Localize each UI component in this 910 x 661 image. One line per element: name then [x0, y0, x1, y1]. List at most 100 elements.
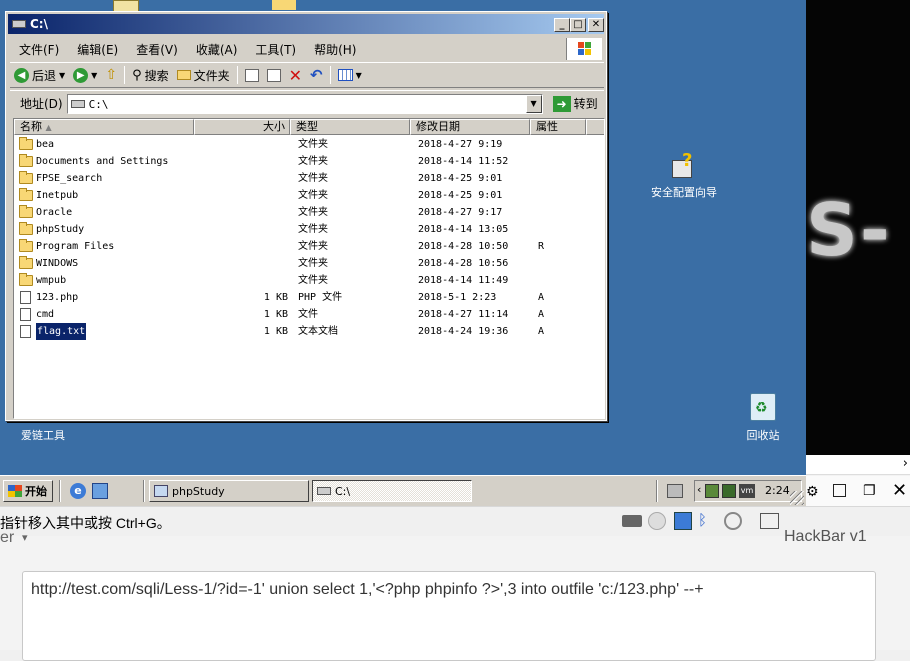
search-button[interactable]: ⚲ 搜索 — [128, 64, 173, 86]
file-list: 名称 ▲ 大小 类型 修改日期 属性 bea 文件夹 2018-4-27 9:19 D… — [13, 118, 605, 419]
address-label: 地址(D) — [20, 97, 63, 111]
file-name: flag.txt — [34, 322, 88, 341]
chevron-right-icon[interactable]: › — [903, 456, 908, 471]
background-graphic: S-I — [806, 188, 892, 278]
folder-icon — [19, 256, 33, 269]
folder-icon — [19, 171, 33, 184]
task-button-phpstudy[interactable]: phpStudy — [149, 480, 309, 502]
network-tray-icon[interactable] — [667, 484, 683, 498]
task-button-explorer[interactable]: C:\ — [312, 480, 472, 502]
task-label: phpStudy — [172, 484, 225, 498]
ie-icon[interactable]: e — [70, 483, 86, 499]
up-folder-button[interactable]: ⇧ — [101, 64, 121, 86]
menu-tools[interactable]: 工具(T) — [246, 41, 305, 58]
close-button[interactable]: ✕ — [588, 18, 604, 32]
window-title: C:\ — [30, 17, 48, 31]
up-folder-icon: ⇧ — [105, 67, 118, 83]
toolbar-separator — [236, 66, 238, 84]
column-header-type[interactable]: 类型 — [290, 119, 410, 135]
chevron-down-icon[interactable]: ▼ — [59, 71, 65, 80]
tray-icon-2[interactable] — [722, 484, 736, 498]
back-arrow-icon: ◀ — [14, 67, 29, 83]
folder-icon — [19, 239, 33, 252]
column-header-size[interactable]: 大小 — [194, 119, 290, 135]
search-label: 搜索 — [144, 68, 169, 83]
panel-icon[interactable] — [833, 484, 846, 497]
title-bar[interactable]: C:\ _ □ ✕ — [8, 14, 604, 34]
forward-button[interactable]: ▶ ▼ — [69, 64, 101, 86]
hackbar-label: HackBar v1 — [784, 528, 867, 545]
close-icon[interactable]: ✕ — [892, 480, 907, 501]
windows-logo-icon — [566, 38, 602, 60]
desktop-icon-partial[interactable] — [272, 0, 296, 10]
views-button[interactable]: ▼ — [334, 64, 366, 86]
folder-icon — [19, 273, 33, 286]
hackbar-header: er ▾ HackBar v1 — [0, 520, 876, 556]
file-icon — [20, 291, 31, 304]
taskbar-separator — [59, 480, 61, 502]
folders-label: 文件夹 — [193, 68, 230, 83]
folders-button[interactable]: 文件夹 — [173, 64, 234, 86]
security-wizard-icon[interactable]: ? — [668, 150, 698, 182]
address-bar: 地址(D) C:\ ▼ ➜ 转到 — [10, 90, 604, 116]
chevron-left-icon[interactable]: ‹ — [697, 483, 701, 496]
desktop-shortcut-icon[interactable] — [92, 483, 108, 499]
delete-button[interactable]: ✕ — [285, 64, 306, 86]
tray-icon-1[interactable] — [705, 484, 719, 498]
folder-icon — [19, 188, 33, 201]
menu-help[interactable]: 帮助(H) — [305, 41, 365, 58]
drive-icon — [70, 99, 85, 108]
hackbar-url-input[interactable]: http://test.com/sqli/Less-1/?id=-1' unio… — [22, 571, 876, 661]
move-to-button[interactable] — [241, 64, 263, 86]
gear-icon[interactable]: ⚙ — [806, 484, 819, 500]
menu-view[interactable]: 查看(V) — [127, 41, 187, 58]
column-headers: 名称 ▲ 大小 类型 修改日期 属性 — [14, 119, 604, 135]
start-button[interactable]: 开始 — [3, 480, 53, 502]
app-icon — [154, 485, 168, 497]
search-icon: ⚲ — [132, 67, 142, 83]
vmware-icon[interactable]: vm — [739, 484, 755, 498]
back-button[interactable]: ◀ 后退 ▼ — [10, 64, 69, 86]
clock[interactable]: 2:24 — [765, 484, 790, 497]
folder-icon — [19, 137, 33, 150]
folder-icon — [176, 70, 191, 80]
menu-file[interactable]: 文件(F) — [10, 41, 68, 58]
column-header-attributes[interactable]: 属性 — [530, 119, 586, 135]
column-header-date[interactable]: 修改日期 — [410, 119, 530, 135]
menu-edit[interactable]: 编辑(E) — [68, 41, 127, 58]
recycle-bin-icon[interactable]: ♻ — [750, 393, 776, 421]
chevron-down-icon[interactable]: ▼ — [356, 71, 362, 80]
column-label: 名称 — [20, 120, 42, 133]
file-name: Oracle — [36, 207, 73, 218]
file-name: WINDOWS — [36, 258, 79, 269]
go-arrow-icon: ➜ — [552, 95, 571, 112]
task-label: C:\ — [335, 484, 351, 498]
desktop-icon-label: 回收站 — [746, 429, 780, 442]
go-button[interactable]: ➜ 转到 — [549, 93, 602, 115]
file-name: wmpub — [36, 275, 67, 286]
chevron-down-icon[interactable]: ▾ — [22, 531, 28, 544]
host-tabstrip: › — [806, 455, 910, 475]
restore-icon[interactable]: ❐ — [863, 483, 876, 499]
desktop-icon-label: 爱链工具 — [21, 429, 65, 442]
resize-grip[interactable] — [790, 491, 804, 505]
system-tray: ‹ vm 2:24 — [694, 480, 802, 502]
address-input[interactable]: C:\ ▼ — [66, 93, 543, 114]
address-dropdown-button[interactable]: ▼ — [525, 94, 542, 113]
back-label: 后退 — [32, 68, 57, 83]
undo-button[interactable]: ↶ — [306, 64, 327, 86]
maximize-button[interactable]: □ — [570, 18, 586, 32]
minimize-button[interactable]: _ — [554, 18, 570, 32]
chevron-down-icon[interactable]: ▼ — [91, 71, 97, 80]
column-header-filler — [586, 119, 604, 135]
column-header-name[interactable]: 名称 ▲ — [14, 119, 194, 135]
windows-logo-icon — [8, 485, 22, 497]
file-icon — [20, 308, 31, 321]
host-tab-label[interactable]: er — [0, 529, 14, 547]
forward-arrow-icon: ▶ — [73, 67, 89, 83]
desktop-icon-label: 安全配置向导 — [651, 186, 717, 199]
copy-to-button[interactable] — [263, 64, 285, 86]
file-name: phpStudy — [36, 224, 85, 235]
menu-favorites[interactable]: 收藏(A) — [187, 41, 247, 58]
host-window-controls: ⚙ ❐ ✕ — [806, 476, 910, 508]
